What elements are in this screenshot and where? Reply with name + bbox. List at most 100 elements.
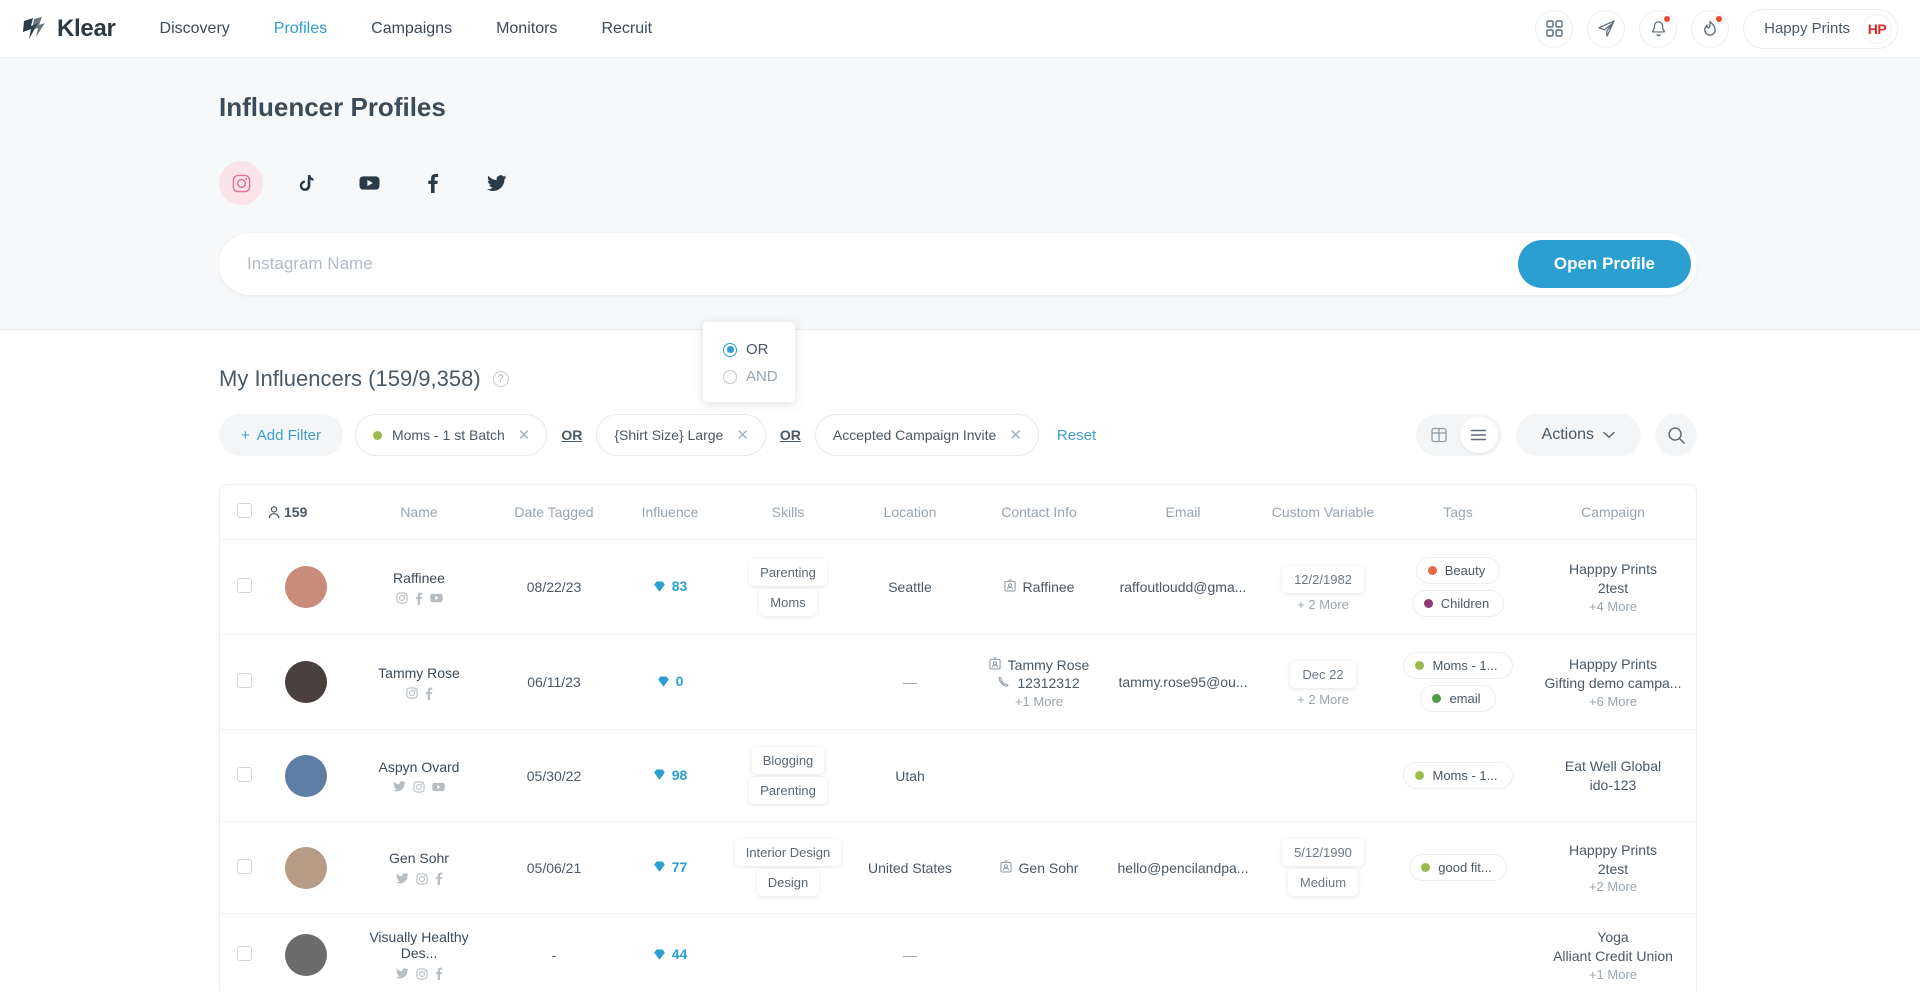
nav-campaigns[interactable]: Campaigns [371,3,452,55]
remove-filter-icon[interactable]: ✕ [518,426,531,444]
remove-filter-icon[interactable]: ✕ [736,426,749,444]
operator-or-1[interactable]: OR [559,427,584,443]
trending-button[interactable] [1691,9,1730,48]
campaign-more-text[interactable]: +4 More [1589,599,1637,614]
facebook-icon[interactable] [435,967,443,981]
open-profile-button[interactable]: Open Profile [1517,240,1691,288]
tag-pill[interactable]: Moms - 1... [1403,762,1513,789]
remove-filter-icon[interactable]: ✕ [1009,426,1022,444]
row-checkbox[interactable] [236,766,252,782]
column-header-contact-info[interactable]: Contact Info [970,485,1108,540]
campaign-more-text[interactable]: +2 More [1589,879,1637,894]
tag-pill[interactable]: Beauty [1415,557,1501,584]
filter-chip-moms[interactable]: Moms - 1 st Batch ✕ [354,414,548,456]
campaign-more-text[interactable]: +6 More [1589,694,1637,709]
column-header-location[interactable]: Location [850,485,970,540]
instagram-icon[interactable] [395,592,408,604]
column-header-campaign[interactable]: Campaign [1528,485,1696,540]
column-header-skills[interactable]: Skills [726,485,850,540]
table-row[interactable]: Aspyn Ovard 05/30/22 98 Blogging Parenting Ut… [220,729,1696,822]
table-search-button[interactable] [1655,414,1697,456]
add-filter-button[interactable]: + Add Filter [219,414,343,456]
nav-monitors[interactable]: Monitors [496,3,557,55]
instagram-icon[interactable] [415,872,428,885]
avatar[interactable] [285,933,327,976]
instagram-icon[interactable] [413,780,425,793]
table-row[interactable]: Gen Sohr 05/06/21 77 Interior Design Design U… [220,821,1696,914]
apps-grid-button[interactable] [1535,9,1574,48]
contact-info-cell: Raffinee [970,539,1108,635]
filter-chip-accepted-invite[interactable]: Accepted Campaign Invite ✕ [814,414,1039,456]
campaign-more-text[interactable]: +1 More [1589,967,1637,982]
tag-pill[interactable]: Children [1411,590,1505,617]
network-instagram[interactable] [219,161,263,205]
account-menu[interactable]: Happy Prints HP [1743,8,1898,49]
table-row[interactable]: Tammy Rose 06/11/23 0 — Tammy Rose 12312312 +1… [220,634,1696,730]
influencer-name[interactable]: Aspyn Ovard [350,759,488,775]
avatar[interactable] [285,846,327,889]
row-checkbox[interactable] [236,858,252,874]
facebook-icon[interactable] [415,592,423,605]
tags-cell: Moms - 1... [1388,729,1528,822]
avatar[interactable] [285,566,327,608]
influencer-name[interactable]: Raffinee [350,570,488,586]
influencer-name[interactable]: Tammy Rose [350,665,488,681]
avatar[interactable] [285,661,327,703]
row-checkbox[interactable] [236,673,252,688]
column-header-influence[interactable]: Influence [614,485,726,540]
column-header-email[interactable]: Email [1108,485,1258,540]
twitter-icon[interactable] [393,781,406,792]
column-header-name[interactable]: Name [344,485,494,540]
radio-and-icon[interactable] [723,369,737,384]
instagram-icon[interactable] [415,968,428,980]
operator-option-and[interactable]: AND [703,363,795,390]
tag-pill[interactable]: Moms - 1... [1403,652,1513,679]
brand-logo-area[interactable]: Klear [20,15,116,43]
row-checkbox[interactable] [236,945,252,961]
filter-chip-label: Accepted Campaign Invite [832,427,997,443]
network-youtube[interactable] [347,161,391,205]
column-header-date-tagged[interactable]: Date Tagged [494,485,614,540]
instagram-name-input[interactable] [247,254,1518,274]
network-tiktok[interactable] [283,161,327,205]
custom-more-text[interactable]: + 2 More [1297,597,1349,612]
youtube-icon[interactable] [432,782,445,792]
operator-or-2[interactable]: OR [778,427,803,443]
instagram-icon[interactable] [405,687,418,699]
tag-pill[interactable]: good fit... [1409,854,1507,881]
grid-view-button[interactable] [1420,417,1458,453]
twitter-icon[interactable] [395,873,409,884]
skills-cell [726,914,850,992]
nav-profiles[interactable]: Profiles [274,3,327,55]
facebook-icon[interactable] [435,872,443,885]
tag-pill[interactable]: email [1420,685,1496,712]
youtube-icon[interactable] [429,593,443,603]
table-row[interactable]: Visually Healthy Des... - 44 — Yoga Alliant C… [220,914,1696,992]
list-view-button[interactable] [1459,417,1498,453]
messages-button[interactable] [1587,9,1626,48]
facebook-icon[interactable] [425,687,433,700]
select-all-checkbox[interactable] [236,503,252,518]
column-header-custom-variable[interactable]: Custom Variable [1258,485,1388,540]
radio-or-icon[interactable] [723,342,737,357]
custom-more-text[interactable]: + 2 More [1297,692,1349,707]
avatar[interactable] [285,754,327,797]
influencer-name[interactable]: Gen Sohr [350,850,488,866]
column-header-tags[interactable]: Tags [1388,485,1528,540]
twitter-icon[interactable] [395,968,409,979]
filter-chip-shirt-size[interactable]: {Shirt Size} Large ✕ [596,414,766,456]
operator-option-or[interactable]: OR [703,336,795,363]
nav-discovery[interactable]: Discovery [160,3,230,55]
influencer-name[interactable]: Visually Healthy Des... [350,929,488,961]
actions-dropdown[interactable]: Actions [1515,414,1641,456]
reset-filters-link[interactable]: Reset [1057,427,1096,444]
contact-more-text[interactable]: +1 More [1015,694,1063,709]
table-row[interactable]: Raffinee 08/22/23 83 Parenting Moms Seattle Ra… [220,539,1696,635]
row-checkbox[interactable] [236,578,252,593]
nav-recruit[interactable]: Recruit [601,3,652,55]
network-facebook[interactable] [411,161,455,205]
contact-text: Tammy Rose [1007,657,1090,673]
network-twitter[interactable] [475,161,519,205]
notifications-button[interactable] [1639,9,1678,48]
help-icon[interactable]: ? [492,371,509,387]
